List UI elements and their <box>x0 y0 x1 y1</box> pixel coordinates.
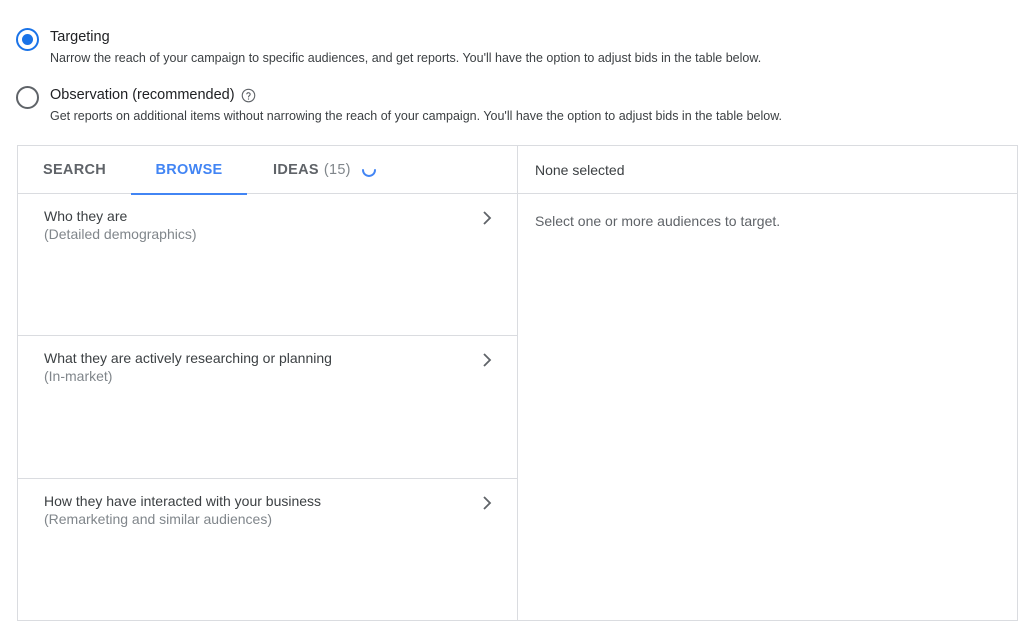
targeting-radio[interactable] <box>16 28 39 51</box>
observation-option[interactable]: Observation (recommended) Get reports on… <box>16 86 782 125</box>
observation-label: Observation (recommended) <box>50 87 235 103</box>
observation-radio[interactable] <box>16 86 39 109</box>
help-circle-icon[interactable] <box>241 88 256 103</box>
targeting-description: Narrow the reach of your campaign to spe… <box>50 51 762 65</box>
category-row-in-market[interactable]: What they are actively researching or pl… <box>18 336 517 479</box>
observation-title-row: Observation (recommended) <box>50 86 782 105</box>
category-title: Who they are <box>44 208 128 224</box>
loading-spinner-icon <box>361 169 376 177</box>
tab-bar: SEARCH BROWSE IDEAS (15) <box>18 146 517 195</box>
category-row-detailed-demographics[interactable]: Who they are (Detailed demographics) <box>18 194 517 337</box>
chevron-right-icon <box>483 353 492 367</box>
observation-text: Observation (recommended) Get reports on… <box>50 86 782 125</box>
category-subtitle: (In-market) <box>44 368 113 385</box>
chevron-right-icon <box>483 496 492 510</box>
audience-panel: SEARCH BROWSE IDEAS (15) Who they are (D… <box>17 145 1018 621</box>
category-title: What they are actively researching or pl… <box>44 350 332 367</box>
browse-panel: SEARCH BROWSE IDEAS (15) Who they are (D… <box>18 146 518 620</box>
category-row-remarketing[interactable]: How they have interacted with your busin… <box>18 479 517 620</box>
targeting-label: Targeting <box>50 29 110 45</box>
tab-ideas-label: IDEAS <box>273 162 319 178</box>
selection-panel: None selected Select one or more audienc… <box>518 146 1017 620</box>
observation-description: Get reports on additional items without … <box>50 109 783 123</box>
selection-header: None selected <box>518 146 1017 194</box>
tab-ideas-count: (15) <box>323 162 351 178</box>
category-subtitle: (Detailed demographics) <box>44 226 197 242</box>
category-title: How they have interacted with your busin… <box>44 492 322 509</box>
selection-empty-message: Select one or more audiences to target. <box>535 213 781 229</box>
category-subtitle: (Remarketing and similar audiences) <box>44 510 272 527</box>
tab-search[interactable]: SEARCH <box>18 146 131 194</box>
tab-ideas[interactable]: IDEAS (15) <box>247 146 378 194</box>
tab-browse[interactable]: BROWSE <box>131 146 247 195</box>
targeting-text: Targeting Narrow the reach of your campa… <box>50 28 761 67</box>
targeting-option[interactable]: Targeting Narrow the reach of your campa… <box>16 28 761 67</box>
chevron-right-icon <box>483 211 492 225</box>
